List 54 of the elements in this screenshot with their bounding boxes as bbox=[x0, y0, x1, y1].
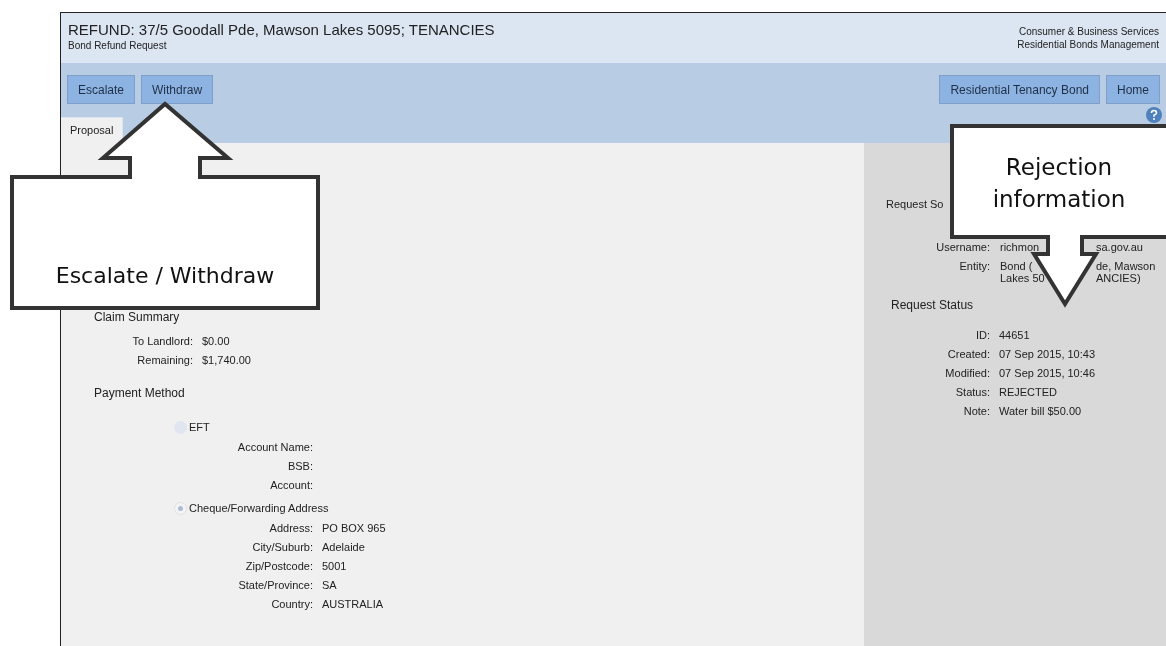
field-value: AUSTRALIA bbox=[322, 597, 384, 612]
org-name: Residential Bonds Management bbox=[1017, 38, 1159, 51]
field-label: City/Suburb: bbox=[251, 540, 313, 555]
field-label: Zip/Postcode: bbox=[244, 559, 313, 574]
section-heading: Claim Summary bbox=[94, 309, 181, 326]
page-subtitle: Bond Refund Request bbox=[68, 39, 168, 53]
field-label: Entity: bbox=[958, 260, 990, 274]
field-label: Status: bbox=[954, 385, 990, 400]
field-label: Username: bbox=[935, 241, 990, 253]
page-title: REFUND: 37/5 Goodall Pde, Mawson Lakes 5095; TENANCIES bbox=[68, 21, 495, 39]
section-heading: Request So bbox=[886, 197, 944, 212]
toolbar-button[interactable]: Residential Tenancy Bond bbox=[939, 75, 1100, 104]
toolbar-button[interactable]: Home bbox=[1106, 75, 1160, 104]
field-value: Water bill $50.00 bbox=[999, 404, 1082, 419]
toolbar-button[interactable]: Escalate bbox=[67, 75, 136, 104]
field-value: de, Mawson bbox=[1096, 260, 1156, 272]
field-value: 07 Sep 2015, 10:46 bbox=[999, 366, 1096, 381]
field-label: Address: bbox=[268, 521, 313, 536]
field-label: Account Name: bbox=[236, 440, 313, 455]
field-value: ANCIES) bbox=[1096, 272, 1141, 284]
field-value: $0.00 bbox=[202, 334, 230, 349]
field-value: Lakes 50 bbox=[1000, 272, 1045, 284]
callout-text: Rejection information bbox=[991, 153, 1127, 214]
field-value: SA bbox=[322, 578, 337, 593]
field-label: Note: bbox=[962, 404, 990, 419]
field-label: Country: bbox=[270, 597, 313, 612]
field-value: PO BOX 965 bbox=[322, 521, 386, 536]
field-label: ID: bbox=[974, 328, 990, 343]
section-heading: Request Status bbox=[891, 297, 975, 314]
radio-button[interactable] bbox=[174, 501, 187, 515]
field-label: To Landlord: bbox=[131, 334, 193, 349]
field-value: 44651 bbox=[999, 328, 1030, 343]
field-value: 5001 bbox=[322, 559, 347, 574]
tab[interactable]: Proposal bbox=[61, 117, 124, 143]
field-label: BSB: bbox=[286, 459, 313, 474]
field-label: Remaining: bbox=[136, 353, 193, 368]
field-value: REJECTED bbox=[999, 385, 1058, 400]
field-label: Modified: bbox=[944, 366, 990, 381]
toolbar-button[interactable]: Withdraw bbox=[141, 75, 214, 104]
field-value: Bond ( bbox=[1000, 260, 1033, 272]
option-label: EFT bbox=[189, 419, 210, 435]
field-value: Adelaide bbox=[322, 540, 365, 555]
field-label: Created: bbox=[946, 347, 990, 362]
option-label: Cheque/Forwarding Address bbox=[189, 500, 329, 516]
field-value: richmon bbox=[1000, 241, 1040, 253]
callout-text: Escalate / Withdraw bbox=[54, 262, 276, 290]
org-name: Consumer & Business Services bbox=[1018, 25, 1159, 38]
field-value: sa.gov.au bbox=[1096, 241, 1143, 253]
help-icon[interactable] bbox=[1146, 107, 1162, 123]
section-heading: Payment Method bbox=[94, 385, 186, 402]
field-value: $1,740.00 bbox=[202, 353, 251, 368]
field-label: State/Province: bbox=[237, 578, 313, 593]
field-label: Account: bbox=[269, 478, 313, 493]
field-value: 07 Sep 2015, 10:43 bbox=[999, 347, 1096, 362]
